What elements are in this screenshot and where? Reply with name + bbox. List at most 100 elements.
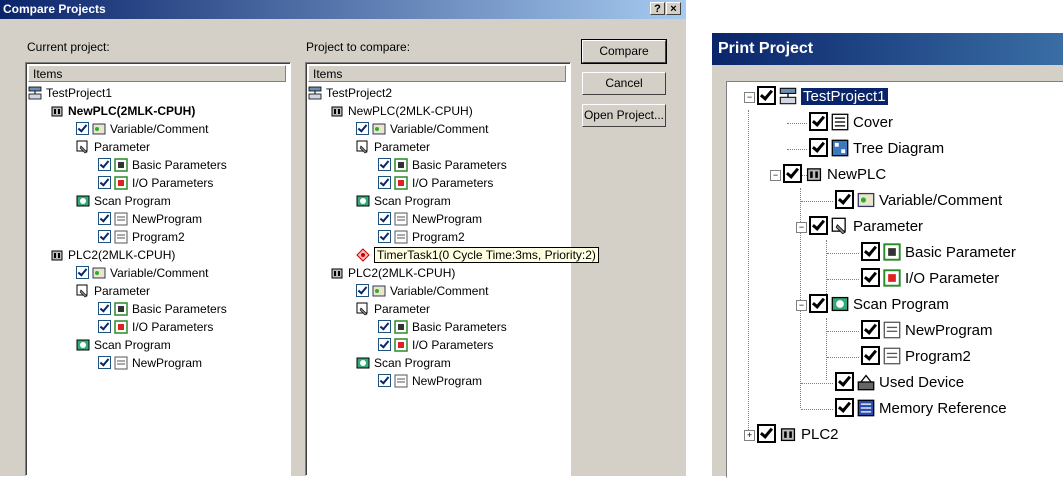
close-button[interactable]: × bbox=[666, 2, 681, 15]
checkbox[interactable] bbox=[98, 356, 111, 369]
checkbox[interactable] bbox=[757, 86, 776, 105]
checkbox[interactable] bbox=[356, 284, 369, 297]
cover-icon bbox=[831, 113, 849, 131]
tree-node-timer-task[interactable]: TimerTask1(0 Cycle Time:3ms, Priority:2) bbox=[356, 247, 599, 264]
tree-node-io-parameters[interactable]: I/O Parameters bbox=[378, 337, 493, 354]
tree-node-program[interactable]: Program2 bbox=[378, 229, 465, 246]
tree-node-program[interactable]: NewProgram bbox=[98, 355, 202, 372]
tree-node-parameter[interactable]: Parameter bbox=[76, 139, 150, 156]
checkbox[interactable] bbox=[98, 302, 111, 315]
tree-node-scan-program[interactable]: Scan Program bbox=[356, 193, 451, 210]
checkbox[interactable] bbox=[378, 374, 391, 387]
checkbox[interactable] bbox=[783, 164, 802, 183]
tree-node-basic-parameters[interactable]: Basic Parameters bbox=[98, 157, 227, 174]
tree-node-basic-parameters[interactable]: Basic Parameters bbox=[378, 319, 507, 336]
checkbox[interactable] bbox=[76, 266, 89, 279]
checkbox[interactable] bbox=[76, 122, 89, 135]
variable-comment-icon bbox=[92, 267, 106, 279]
print-tree-node-basic-parameter[interactable]: Basic Parameter bbox=[861, 240, 1016, 266]
checkbox[interactable] bbox=[809, 294, 828, 313]
collapse-toggle[interactable]: − bbox=[796, 300, 807, 311]
print-tree-node-tree-diagram[interactable]: Tree Diagram bbox=[809, 136, 944, 162]
checkbox[interactable] bbox=[98, 320, 111, 333]
compare-button[interactable]: Compare bbox=[581, 39, 667, 64]
checkbox[interactable] bbox=[809, 112, 828, 131]
print-tree-node-program[interactable]: NewProgram bbox=[861, 318, 993, 344]
tree-node-project[interactable]: TestProject2 bbox=[308, 85, 392, 102]
checkbox[interactable] bbox=[378, 176, 391, 189]
open-project-button[interactable]: Open Project... bbox=[582, 104, 666, 127]
expand-toggle[interactable]: + bbox=[744, 430, 755, 441]
print-tree-node-project[interactable]: TestProject1 bbox=[757, 84, 888, 110]
tree-node-parameter[interactable]: Parameter bbox=[356, 301, 430, 318]
checkbox[interactable] bbox=[98, 212, 111, 225]
tree-node-io-parameters[interactable]: I/O Parameters bbox=[98, 175, 213, 192]
checkbox[interactable] bbox=[378, 212, 391, 225]
current-project-tree[interactable]: Items TestProject1 NewPLC(2MLK-CPUH) Var… bbox=[25, 62, 291, 476]
checkbox[interactable] bbox=[378, 230, 391, 243]
tree-node-parameter[interactable]: Parameter bbox=[76, 283, 150, 300]
print-tree-node-scan-program[interactable]: Scan Program bbox=[809, 292, 949, 318]
tree-node-program[interactable]: NewProgram bbox=[378, 211, 482, 228]
print-tree-node-plc[interactable]: PLC2 bbox=[757, 422, 839, 448]
checkbox[interactable] bbox=[861, 242, 880, 261]
print-tree-node-io-parameter[interactable]: I/O Parameter bbox=[861, 266, 999, 292]
tree-node-variable-comment[interactable]: Variable/Comment bbox=[76, 121, 208, 138]
print-tree-node-program[interactable]: Program2 bbox=[861, 344, 971, 370]
print-tree-node-plc[interactable]: NewPLC bbox=[783, 162, 886, 188]
project-to-compare-label: Project to compare: bbox=[306, 40, 411, 54]
checkbox[interactable] bbox=[98, 176, 111, 189]
tree-node-program[interactable]: Program2 bbox=[98, 229, 185, 246]
tree-node-parameter[interactable]: Parameter bbox=[356, 139, 430, 156]
print-tree-node-cover[interactable]: Cover bbox=[809, 110, 893, 136]
tree-node-variable-comment[interactable]: Variable/Comment bbox=[356, 283, 488, 300]
checkbox[interactable] bbox=[861, 320, 880, 339]
cancel-button[interactable]: Cancel bbox=[582, 72, 666, 95]
tree-node-program[interactable]: NewProgram bbox=[98, 211, 202, 228]
timer-task-tooltip: TimerTask1(0 Cycle Time:3ms, Priority:2) bbox=[374, 247, 599, 263]
checkbox[interactable] bbox=[356, 122, 369, 135]
tree-node-project[interactable]: TestProject1 bbox=[28, 85, 112, 102]
checkbox[interactable] bbox=[835, 372, 854, 391]
help-button[interactable]: ? bbox=[650, 2, 665, 15]
checkbox[interactable] bbox=[378, 320, 391, 333]
checkbox[interactable] bbox=[835, 398, 854, 417]
tree-node-io-parameters[interactable]: I/O Parameters bbox=[378, 175, 493, 192]
print-tree-node-parameter[interactable]: Parameter bbox=[809, 214, 923, 240]
checkbox[interactable] bbox=[378, 338, 391, 351]
print-tree-node-memory-reference[interactable]: Memory Reference bbox=[835, 396, 1007, 422]
scan-program-icon bbox=[76, 339, 90, 351]
checkbox[interactable] bbox=[861, 268, 880, 287]
collapse-toggle[interactable]: − bbox=[796, 222, 807, 233]
checkbox[interactable] bbox=[378, 158, 391, 171]
tree-node-plc[interactable]: PLC2(2MLK-CPUH) bbox=[50, 247, 175, 264]
tree-node-variable-comment[interactable]: Variable/Comment bbox=[76, 265, 208, 282]
parameter-icon bbox=[831, 217, 846, 235]
tree-node-basic-parameters[interactable]: Basic Parameters bbox=[378, 157, 507, 174]
checkbox[interactable] bbox=[809, 138, 828, 157]
checkbox[interactable] bbox=[98, 230, 111, 243]
checkbox[interactable] bbox=[835, 190, 854, 209]
tree-node-plc[interactable]: NewPLC(2MLK-CPUH) bbox=[330, 103, 473, 120]
checkbox[interactable] bbox=[757, 424, 776, 443]
tree-node-plc[interactable]: NewPLC(2MLK-CPUH) bbox=[50, 103, 195, 120]
checkbox[interactable] bbox=[861, 346, 880, 365]
tree-node-scan-program[interactable]: Scan Program bbox=[76, 193, 171, 210]
items-column-header[interactable]: Items bbox=[28, 65, 286, 82]
print-project-tree[interactable]: − − − − + TestProject1 Cover Tree Diagra… bbox=[726, 81, 1063, 478]
tree-node-scan-program[interactable]: Scan Program bbox=[356, 355, 451, 372]
checkbox[interactable] bbox=[98, 158, 111, 171]
project-to-compare-tree[interactable]: Items TestProject2 NewPLC(2MLK-CPUH) Var… bbox=[305, 62, 599, 476]
print-tree-node-variable-comment[interactable]: Variable/Comment bbox=[835, 188, 1002, 214]
collapse-toggle[interactable]: − bbox=[744, 92, 755, 103]
print-tree-node-used-device[interactable]: Used Device bbox=[835, 370, 964, 396]
checkbox[interactable] bbox=[809, 216, 828, 235]
tree-node-io-parameters[interactable]: I/O Parameters bbox=[98, 319, 213, 336]
tree-node-program[interactable]: NewProgram bbox=[378, 373, 482, 390]
tree-node-basic-parameters[interactable]: Basic Parameters bbox=[98, 301, 227, 318]
tree-node-scan-program[interactable]: Scan Program bbox=[76, 337, 171, 354]
collapse-toggle[interactable]: − bbox=[770, 170, 781, 181]
items-column-header[interactable]: Items bbox=[308, 65, 566, 82]
tree-node-plc[interactable]: PLC2(2MLK-CPUH) bbox=[330, 265, 455, 282]
tree-node-variable-comment[interactable]: Variable/Comment bbox=[356, 121, 488, 138]
